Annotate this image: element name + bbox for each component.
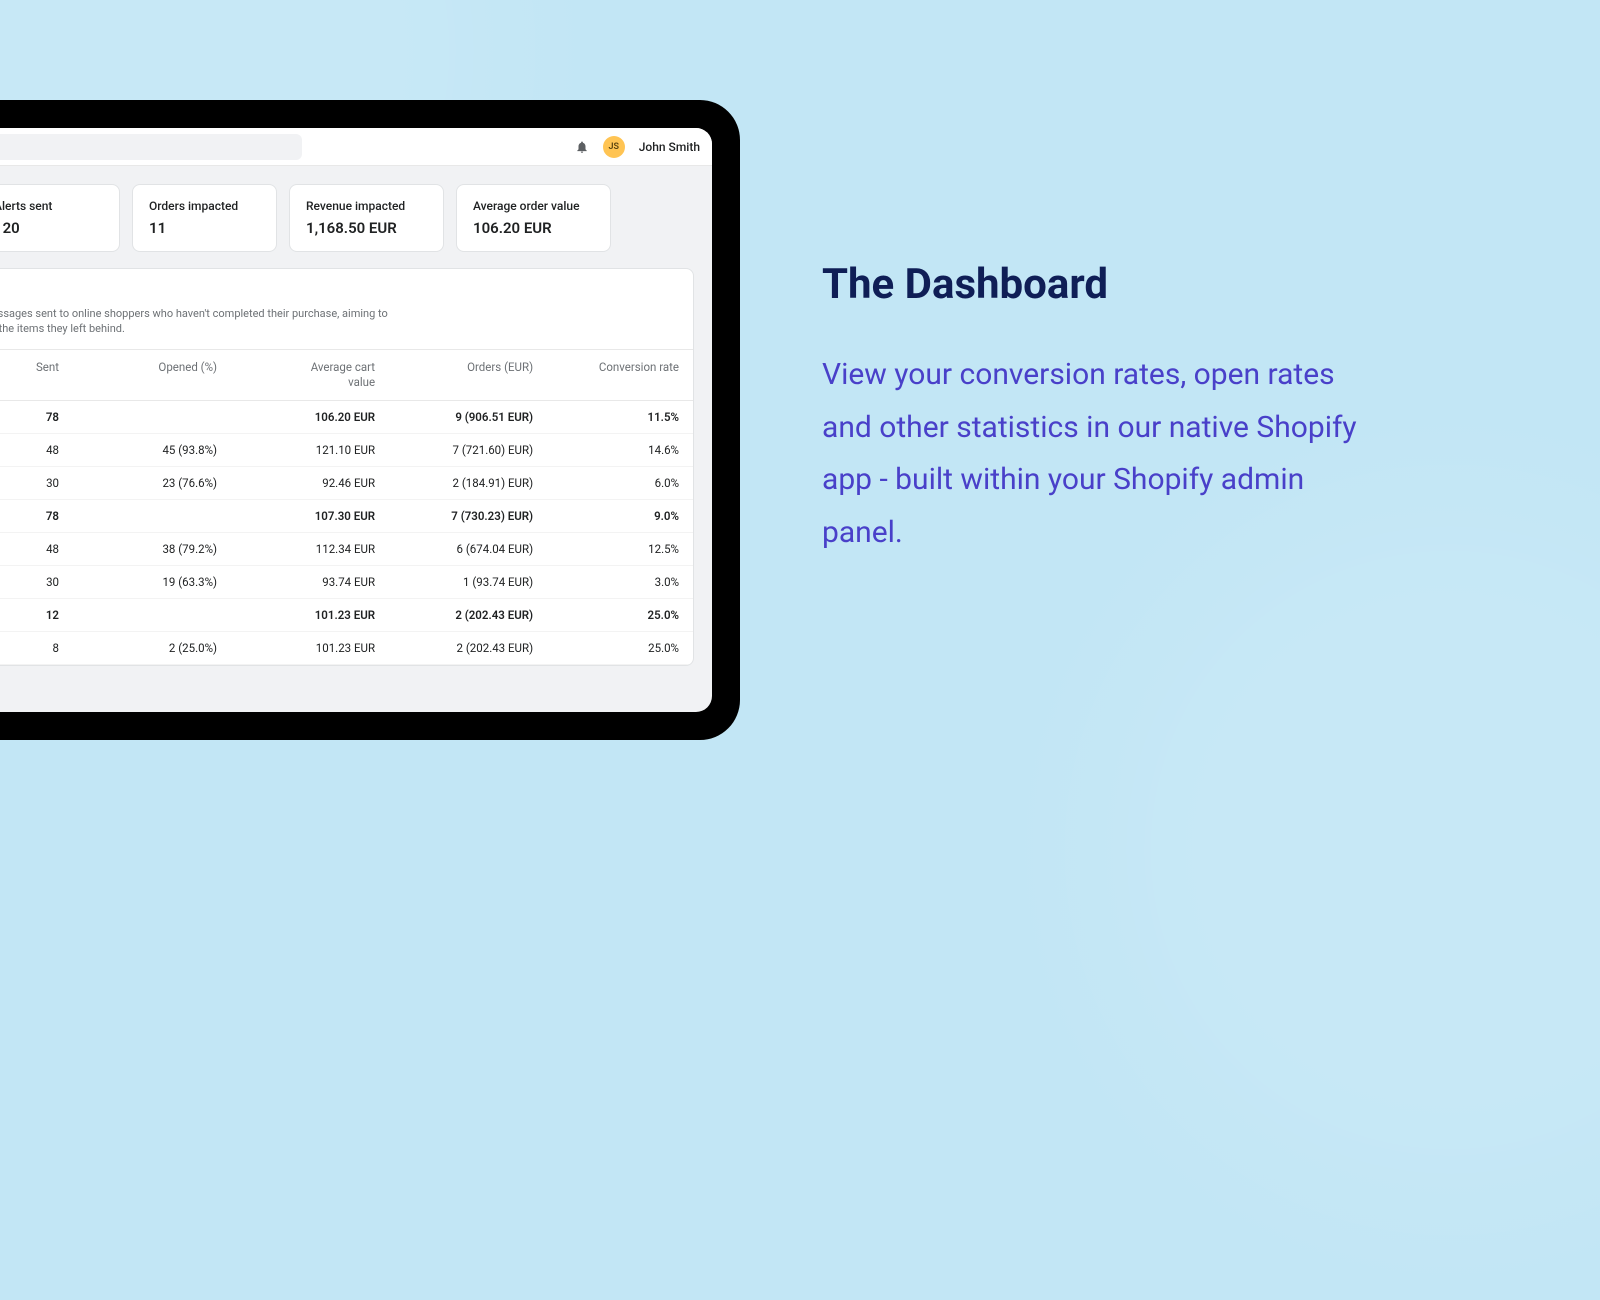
table-cell: 106.20 EUR bbox=[231, 400, 389, 433]
stats-row: Alerts sent 120 Orders impacted 11 Reven… bbox=[0, 184, 694, 252]
stat-label: Orders impacted bbox=[149, 199, 260, 213]
col-opened: Opened (%) bbox=[73, 349, 231, 400]
stat-card-orders-impacted: Orders impacted 11 bbox=[132, 184, 277, 252]
table-row: pp82 (25.0%)101.23 EUR2 (202.43 EUR)25.0… bbox=[0, 631, 693, 664]
table-cell: 93.74 EUR bbox=[231, 565, 389, 598]
table-cell: 38 (79.2%) bbox=[73, 532, 231, 565]
table-cell: 9 (906.51 EUR) bbox=[389, 400, 547, 433]
table-cell: 6 (674.04 EUR) bbox=[389, 532, 547, 565]
table-cell: 2 (25.0%) bbox=[73, 631, 231, 664]
col-conversion: Conversion rate bbox=[547, 349, 693, 400]
stat-card-average-order-value: Average order value 106.20 EUR bbox=[456, 184, 611, 252]
table-cell: 6.0% bbox=[547, 466, 693, 499]
search-input[interactable]: Search bbox=[0, 134, 302, 160]
table-row: 3023 (76.6%)92.46 EUR2 (184.91) EUR)6.0% bbox=[0, 466, 693, 499]
table-cell: 7 (730.23) EUR) bbox=[389, 499, 547, 532]
stat-value: 106.20 EUR bbox=[473, 219, 594, 237]
table-cell: 12 bbox=[0, 598, 73, 631]
stat-label: Average order value bbox=[473, 199, 594, 213]
table-row: pp4845 (93.8%)121.10 EUR7 (721.60) EUR)1… bbox=[0, 433, 693, 466]
reminders-table: Sent Opened (%) Average cartvalue Orders… bbox=[0, 349, 693, 665]
table-cell: 25.0% bbox=[547, 631, 693, 664]
col-sent: Sent bbox=[0, 349, 73, 400]
notifications-icon[interactable] bbox=[575, 140, 589, 154]
stat-value: 1,168.50 EUR bbox=[306, 219, 427, 237]
table-row: 78 106.20 EUR9 (906.51 EUR)11.5% bbox=[0, 400, 693, 433]
table-cell: 121.10 EUR bbox=[231, 433, 389, 466]
table-cell: 45 (93.8%) bbox=[73, 433, 231, 466]
stat-card-revenue-impacted: Revenue impacted 1,168.50 EUR bbox=[289, 184, 444, 252]
table-cell: 19 (63.3%) bbox=[73, 565, 231, 598]
tablet-frame: Search JS John Smith Alerts sent 120 Ord… bbox=[0, 100, 740, 740]
card-title: ned cart reminders bbox=[0, 283, 677, 298]
promo-text: The Dashboard View your conversion rates… bbox=[822, 260, 1382, 559]
reminders-card: ned cart reminders d cart reminders are … bbox=[0, 268, 694, 666]
table-cell: 30 bbox=[0, 565, 73, 598]
table-row: inder78107.30 EUR7 (730.23) EUR)9.0% bbox=[0, 499, 693, 532]
table-row: minder12101.23 EUR2 (202.43 EUR)25.0% bbox=[0, 598, 693, 631]
card-description: d cart reminders are messages sent to on… bbox=[0, 306, 441, 337]
table-cell: 92.46 EUR bbox=[231, 466, 389, 499]
table-cell: 112.34 EUR bbox=[231, 532, 389, 565]
table-cell: 12.5% bbox=[547, 532, 693, 565]
table-cell: 8 bbox=[0, 631, 73, 664]
table-cell bbox=[73, 400, 231, 433]
stat-label: Alerts sent bbox=[0, 199, 103, 213]
col-avg-cart: Average cartvalue bbox=[231, 349, 389, 400]
table-cell bbox=[73, 598, 231, 631]
table-cell: 1 (93.74 EUR) bbox=[389, 565, 547, 598]
app-screen: Search JS John Smith Alerts sent 120 Ord… bbox=[0, 128, 712, 712]
table-cell bbox=[73, 499, 231, 532]
table-cell: 25.0% bbox=[547, 598, 693, 631]
table-cell: 2 (202.43 EUR) bbox=[389, 598, 547, 631]
stat-value: 11 bbox=[149, 219, 260, 237]
table-cell: 107.30 EUR bbox=[231, 499, 389, 532]
promo-body: View your conversion rates, open rates a… bbox=[822, 349, 1382, 559]
table-cell: 9.0% bbox=[547, 499, 693, 532]
promo-title: The Dashboard bbox=[822, 260, 1382, 309]
table-row: pp4838 (79.2%)112.34 EUR6 (674.04 EUR)12… bbox=[0, 532, 693, 565]
stat-card-alerts-sent: Alerts sent 120 bbox=[0, 184, 120, 252]
table-cell: 48 bbox=[0, 532, 73, 565]
user-name[interactable]: John Smith bbox=[639, 140, 700, 154]
table-row: 3019 (63.3%)93.74 EUR1 (93.74 EUR)3.0% bbox=[0, 565, 693, 598]
stat-label: Revenue impacted bbox=[306, 199, 427, 213]
table-cell: 11.5% bbox=[547, 400, 693, 433]
table-cell: 7 (721.60) EUR) bbox=[389, 433, 547, 466]
table-cell: 78 bbox=[0, 499, 73, 532]
col-orders: Orders (EUR) bbox=[389, 349, 547, 400]
topbar: Search JS John Smith bbox=[0, 128, 712, 166]
table-cell: 3.0% bbox=[547, 565, 693, 598]
table-cell: 30 bbox=[0, 466, 73, 499]
table-cell: 2 (184.91) EUR) bbox=[389, 466, 547, 499]
avatar[interactable]: JS bbox=[603, 136, 625, 158]
table-cell: 78 bbox=[0, 400, 73, 433]
table-cell: 23 (76.6%) bbox=[73, 466, 231, 499]
stat-value: 120 bbox=[0, 219, 103, 237]
table-cell: 14.6% bbox=[547, 433, 693, 466]
table-cell: 101.23 EUR bbox=[231, 598, 389, 631]
table-cell: 2 (202.43 EUR) bbox=[389, 631, 547, 664]
table-cell: 101.23 EUR bbox=[231, 631, 389, 664]
table-cell: 48 bbox=[0, 433, 73, 466]
